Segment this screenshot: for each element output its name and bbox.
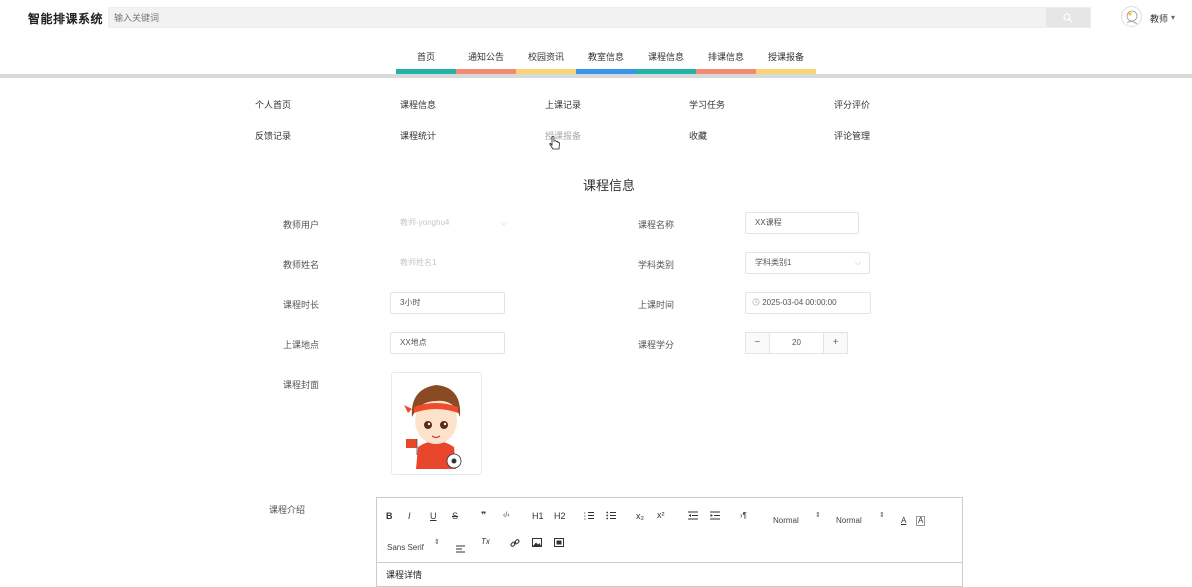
teacher-user-value: 教师-yonghu4 [400,218,450,227]
background-color-button[interactable]: A [916,516,926,526]
subscript-button[interactable]: x₂ [636,511,644,521]
teacher-name-label: 教师姓名 [283,260,320,270]
menu-ratings[interactable]: 评分评价 [834,98,870,111]
intro-label: 课程介绍 [269,505,306,515]
blockquote-button[interactable]: ❞ [481,510,486,521]
menu-feedback[interactable]: 反馈记录 [255,129,291,142]
code-block-button[interactable]: ‹/› [503,512,510,519]
size-select-arrow-icon[interactable]: ⇕ [815,511,821,519]
italic-button[interactable]: I [408,511,411,521]
main-nav: 首页 通知公告 校园资讯 教室信息 课程信息 排课信息 授课报备 [396,46,816,74]
bold-button[interactable]: B [386,511,393,521]
teacher-user-label: 教师用户 [283,220,320,230]
menu-favorites[interactable]: 收藏 [689,129,707,142]
font-color-button[interactable]: A [901,516,906,525]
search-input[interactable] [109,8,1049,27]
font-select[interactable]: Sans Serif [387,543,424,552]
superscript-button[interactable]: x² [657,510,665,520]
nav-home[interactable]: 首页 [396,46,456,74]
link-icon[interactable] [510,538,520,548]
class-time-label: 上课时间 [638,300,675,310]
avatar[interactable] [1121,6,1142,27]
hand-pointer-icon [549,136,560,150]
nav-divider [0,74,1192,78]
h2-button[interactable]: H2 [554,511,566,521]
location-input[interactable]: XX地点 [390,332,505,354]
outdent-icon[interactable] [688,511,698,520]
nav-schedule[interactable]: 排课信息 [696,46,756,74]
user-menu-caret-icon[interactable]: ▾ [1171,13,1175,22]
course-name-input[interactable]: XX课程 [745,212,859,234]
page-title: 课程信息 [582,178,635,193]
clock-icon [752,298,760,306]
editor-toolbar: B I U S ❞ ‹/› H1 H2 123 x₂ x² ›¶ Normal … [377,498,962,563]
search-bar [108,7,1091,28]
credits-label: 课程学分 [638,340,675,350]
search-icon [1063,12,1073,22]
ordered-list-icon[interactable]: 123 [584,511,594,520]
subject-value: 学科类别1 [755,258,792,267]
class-time-picker[interactable]: 2025-03-04 00:00:00 [745,292,871,314]
nav-teaching-report[interactable]: 授课报备 [756,46,816,74]
teacher-name-field: 教师姓名1 [390,252,505,274]
menu-learning-tasks[interactable]: 学习任务 [689,98,725,111]
credits-increment-button[interactable]: + [823,333,847,353]
align-icon[interactable] [456,545,465,553]
rich-text-editor: B I U S ❞ ‹/› H1 H2 123 x₂ x² ›¶ Normal … [376,497,963,587]
subject-label: 学科类别 [638,260,675,270]
credits-value[interactable]: 20 [770,333,824,353]
underline-button[interactable]: U [430,511,437,521]
size-select[interactable]: Normal [773,516,799,525]
nav-notices[interactable]: 通知公告 [456,46,516,74]
credits-decrement-button[interactable]: − [746,333,770,353]
header-select-arrow-icon[interactable]: ⇕ [879,511,885,519]
nav-courses[interactable]: 课程信息 [636,46,696,74]
indent-icon[interactable] [710,511,720,520]
user-name[interactable]: 教师 [1150,12,1168,25]
subject-select[interactable]: 学科类别1 ⌵ [745,252,870,274]
h1-button[interactable]: H1 [532,511,544,521]
app-title: 智能排课系统 [28,12,104,26]
teacher-user-select: 教师-yonghu4 ⌵ [390,212,516,234]
cover-label: 课程封面 [283,380,320,390]
class-time-value: 2025-03-04 00:00:00 [762,298,837,307]
text-direction-button[interactable]: ›¶ [740,511,747,520]
font-select-arrow-icon[interactable]: ⇕ [434,538,440,546]
bullet-list-icon[interactable] [606,511,616,520]
menu-class-records[interactable]: 上课记录 [545,98,581,111]
duration-input[interactable]: 3小时 [390,292,505,314]
editor-content[interactable]: 课程详情 [386,568,422,581]
video-icon[interactable] [554,538,564,547]
strike-button[interactable]: S [452,511,458,521]
avatar-image [1126,10,1139,26]
nav-classrooms[interactable]: 教室信息 [576,46,636,74]
menu-comments[interactable]: 评论管理 [834,129,870,142]
chevron-down-icon: ⌵ [854,258,861,267]
menu-course-stats[interactable]: 课程统计 [400,129,436,142]
header-select[interactable]: Normal [836,516,862,525]
credits-stepper: − 20 + [745,332,848,354]
nav-campus-news[interactable]: 校园资讯 [516,46,576,74]
menu-personal-home[interactable]: 个人首页 [255,98,291,111]
search-button[interactable] [1046,8,1090,27]
svg-text:3: 3 [584,517,586,520]
menu-course-info[interactable]: 课程信息 [400,98,436,111]
location-label: 上课地点 [283,340,320,350]
course-name-label: 课程名称 [638,220,675,230]
chevron-down-icon: ⌵ [500,218,507,227]
clean-format-button[interactable]: Tx [481,537,490,546]
duration-label: 课程时长 [283,300,320,310]
cover-image [404,385,462,469]
cover-image-upload[interactable] [391,372,482,475]
image-icon[interactable] [532,538,542,547]
